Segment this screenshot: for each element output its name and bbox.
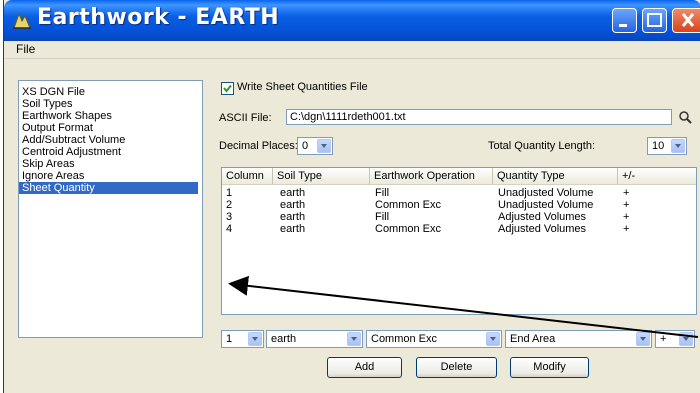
callout-arrow xyxy=(228,275,699,338)
